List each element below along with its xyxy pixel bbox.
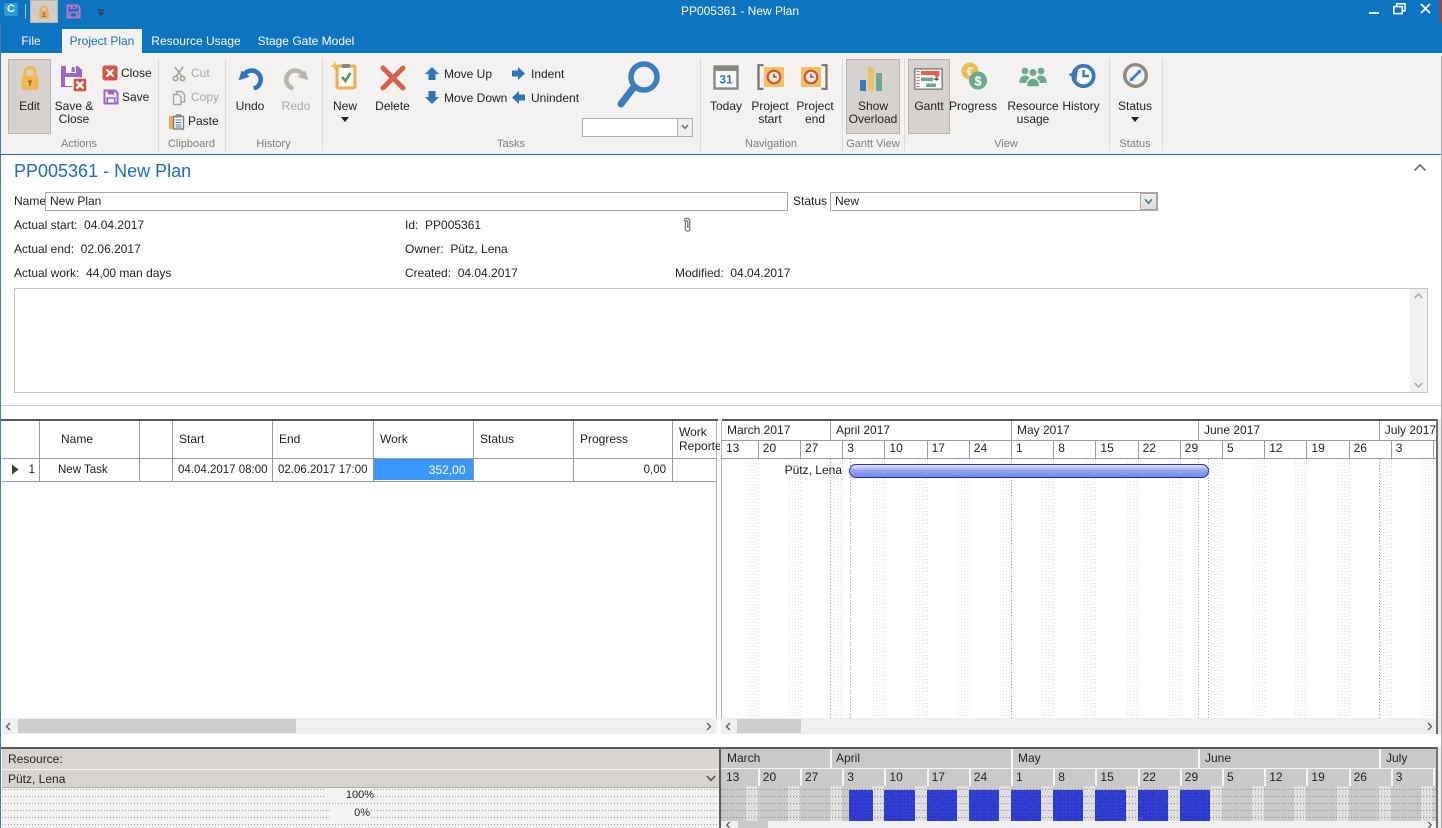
svg-text:$: $ [974, 74, 982, 89]
svg-text:1: 1 [42, 12, 46, 19]
svg-text:31: 31 [719, 73, 733, 87]
